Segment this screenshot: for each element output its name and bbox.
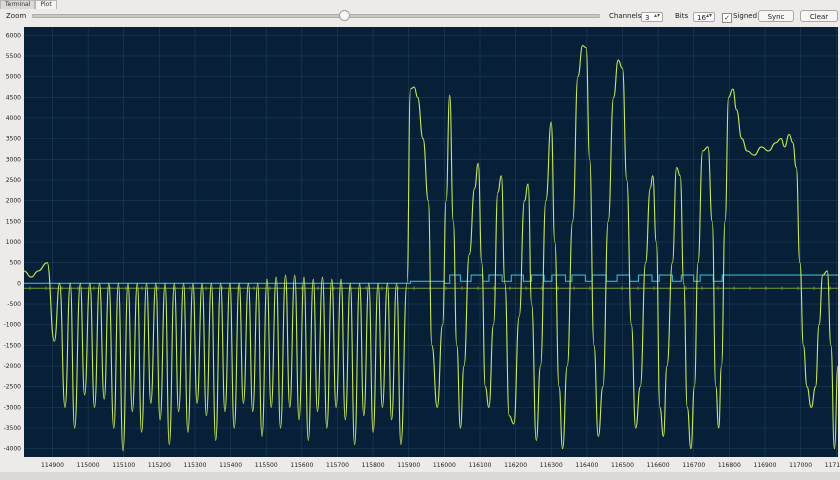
channels-value: 3: [645, 14, 650, 22]
y-tick-label: -3500: [4, 425, 22, 432]
x-tick-label: 115800: [362, 462, 385, 469]
y-tick-label: 1500: [6, 218, 21, 225]
x-tick-label: 116900: [754, 462, 777, 469]
spin-arrows-icon[interactable]: ▴▾: [706, 13, 712, 19]
x-tick-label: 116800: [718, 462, 741, 469]
bits-value: 16: [697, 14, 706, 22]
y-tick-label: 5000: [6, 74, 21, 81]
status-bar: [0, 472, 840, 480]
x-tick-label: 116200: [504, 462, 527, 469]
x-tick-label: 116700: [682, 462, 705, 469]
tab-terminal[interactable]: Terminal: [0, 0, 36, 9]
zoom-slider[interactable]: [32, 14, 600, 18]
y-tick-label: 3000: [6, 156, 21, 163]
channels-spinbox[interactable]: 3 ▴▾: [641, 12, 663, 22]
y-tick-label: -4000: [4, 446, 22, 453]
signed-checkbox[interactable]: ✓: [722, 13, 732, 23]
y-tick-label: 500: [10, 260, 22, 267]
tab-bar: Terminal Plot: [0, 0, 57, 9]
y-tick-label: -1500: [4, 342, 22, 349]
x-tick-label: 115700: [326, 462, 349, 469]
tab-plot[interactable]: Plot: [35, 0, 57, 9]
check-icon: ✓: [724, 14, 730, 22]
x-tick-label: 115200: [148, 462, 171, 469]
spin-arrows-icon[interactable]: ▴▾: [654, 13, 660, 19]
y-tick-label: 5500: [6, 53, 21, 60]
y-tick-label: 0: [17, 280, 21, 287]
y-tick-label: 6000: [6, 32, 21, 39]
y-tick-label: 4000: [6, 115, 21, 122]
x-tick-label: 115600: [290, 462, 313, 469]
zoom-label: Zoom: [6, 12, 27, 20]
x-tick-label: 115100: [112, 462, 135, 469]
y-tick-label: 2000: [6, 198, 21, 205]
x-tick-label: 117000: [789, 462, 812, 469]
x-tick-label: 116100: [469, 462, 492, 469]
signal-plot[interactable]: 6000550050004500400035003000250020001500…: [0, 25, 840, 472]
x-tick-label: 116000: [433, 462, 456, 469]
y-tick-label: -2000: [4, 363, 22, 370]
x-tick-label: 115400: [219, 462, 242, 469]
x-tick-label: 116600: [647, 462, 670, 469]
bits-spinbox[interactable]: 16 ▴▾: [693, 12, 715, 22]
x-tick-label: 117100: [825, 462, 840, 469]
x-tick-label: 115300: [184, 462, 207, 469]
y-tick-label: -1000: [4, 322, 22, 329]
y-tick-label: -500: [7, 301, 21, 308]
x-tick-label: 115900: [397, 462, 420, 469]
y-tick-label: -2500: [4, 384, 22, 391]
x-tick-label: 116400: [575, 462, 598, 469]
y-axis: 6000550050004500400035003000250020001500…: [4, 32, 22, 452]
x-tick-label: 115000: [77, 462, 100, 469]
y-tick-label: -3000: [4, 404, 22, 411]
x-tick-label: 116300: [540, 462, 563, 469]
channels-label: Channels: [609, 12, 642, 20]
signed-label: Signed: [733, 12, 758, 20]
x-tick-label: 116500: [611, 462, 634, 469]
clear-button[interactable]: Clear: [800, 10, 838, 22]
plot-toolbar: Zoom Channels 3 ▴▾ Bits 16 ▴▾ ✓ Signed S…: [0, 9, 840, 25]
y-tick-label: 4500: [6, 94, 21, 101]
x-tick-label: 114900: [41, 462, 64, 469]
y-tick-label: 2500: [6, 177, 21, 184]
sync-button[interactable]: Sync: [758, 10, 794, 22]
y-tick-label: 3500: [6, 136, 21, 143]
y-tick-label: 1000: [6, 239, 21, 246]
bits-label: Bits: [675, 12, 689, 20]
x-axis: 114900 115000 115100 115200 115300 115400 1155…: [41, 462, 840, 469]
plot-area[interactable]: 6000 5500 5000 4500 4000 3500 3000 2500 2000 1500…: [0, 25, 840, 472]
x-tick-label: 115500: [255, 462, 278, 469]
zoom-slider-handle[interactable]: [339, 10, 351, 21]
